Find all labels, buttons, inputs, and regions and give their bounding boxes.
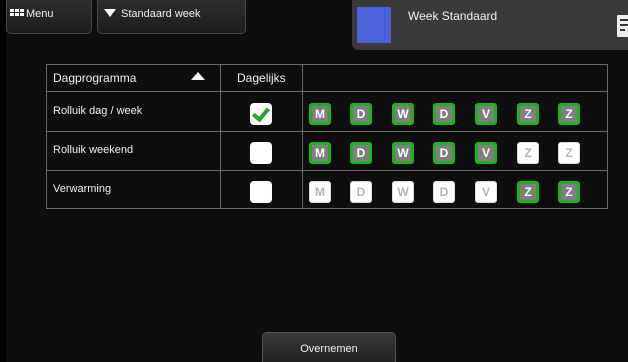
day-toggle[interactable]: D: [433, 103, 455, 125]
day-toggle[interactable]: V: [475, 103, 497, 125]
day-toggle[interactable]: W: [392, 181, 414, 203]
week-color-swatch: [357, 7, 391, 43]
day-toggle[interactable]: D: [350, 103, 372, 125]
day-toggle[interactable]: Z: [558, 103, 580, 125]
checkmark-icon: [252, 103, 270, 123]
screen: Menu Standaard week Week Standaard Dagpr…: [6, 0, 628, 362]
day-toggle[interactable]: Z: [517, 181, 539, 203]
day-toggle[interactable]: Z: [558, 142, 580, 164]
row-label: Rolluik dag / week: [53, 105, 143, 117]
daily-checkbox[interactable]: [250, 142, 272, 164]
triangle-down-icon: [104, 9, 116, 17]
program-table: Dagprogramma Dagelijks Rolluik dag / wee…: [46, 64, 608, 209]
week-info-title: Week Standaard: [408, 9, 498, 23]
day-toggle[interactable]: D: [350, 181, 372, 203]
week-select-label: Standaard week: [121, 8, 201, 20]
row-label: Verwarming: [53, 183, 112, 195]
grid-menu-icon: [10, 9, 24, 16]
day-toggle[interactable]: Z: [517, 142, 539, 164]
day-toggle[interactable]: W: [392, 103, 414, 125]
daily-checkbox[interactable]: [250, 103, 272, 125]
week-info-panel: Week Standaard: [352, 0, 628, 50]
document-icon[interactable]: [617, 15, 628, 37]
day-toggle[interactable]: D: [433, 142, 455, 164]
apply-label: Overnemen: [300, 342, 358, 355]
header-program: Dagprogramma: [53, 71, 137, 85]
day-toggle[interactable]: V: [475, 142, 497, 164]
week-select-dropdown[interactable]: Standaard week: [97, 0, 246, 34]
row-label: Rolluik weekend: [53, 144, 134, 156]
menu-label: Menu: [26, 8, 54, 20]
day-toggle[interactable]: Z: [517, 103, 539, 125]
day-toggle[interactable]: D: [433, 181, 455, 203]
menu-button[interactable]: Menu: [6, 0, 92, 34]
header-daily: Dagelijks: [237, 71, 286, 85]
day-toggle[interactable]: V: [475, 181, 497, 203]
sort-ascending-icon[interactable]: [191, 72, 205, 80]
day-toggle[interactable]: Z: [558, 181, 580, 203]
day-toggle[interactable]: D: [350, 142, 372, 164]
apply-button[interactable]: Overnemen: [262, 332, 396, 362]
day-toggle[interactable]: M: [309, 181, 331, 203]
day-toggle[interactable]: W: [392, 142, 414, 164]
day-toggle[interactable]: M: [309, 103, 331, 125]
daily-checkbox[interactable]: [250, 181, 272, 203]
day-toggle[interactable]: M: [309, 142, 331, 164]
